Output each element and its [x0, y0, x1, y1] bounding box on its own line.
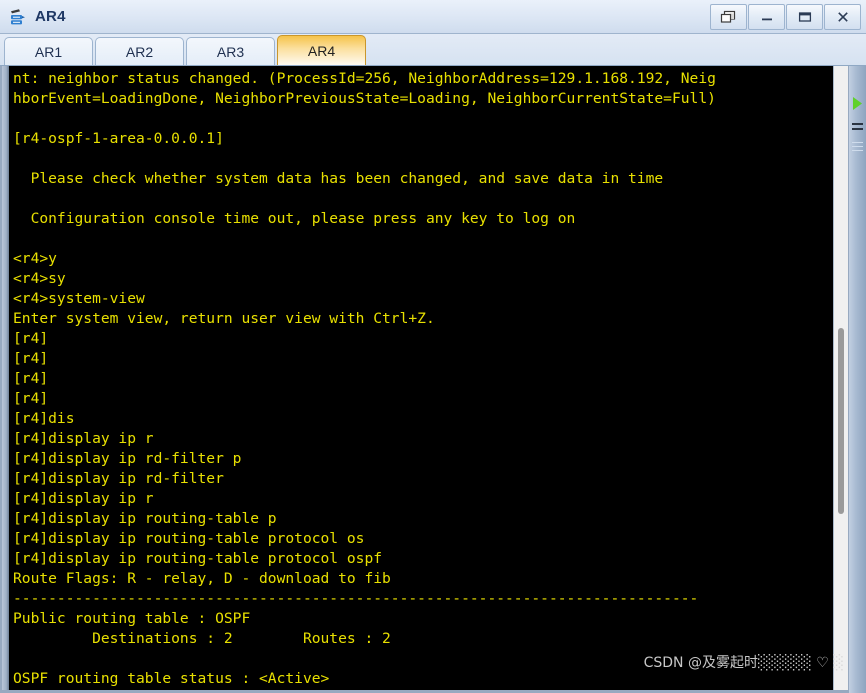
tab-ar1-label: AR1 [34, 43, 63, 60]
vertical-scrollbar[interactable] [833, 66, 848, 690]
strip-menu-marks [852, 123, 863, 133]
terminal-line: [r4] [13, 330, 49, 347]
terminal-line: <r4>sy [13, 270, 66, 287]
terminal-line: [r4]display ip rd-filter [13, 470, 224, 487]
minimize-button[interactable] [748, 3, 785, 30]
terminal-line: [r4]display ip r [13, 430, 154, 447]
window-title: AR4 [35, 8, 66, 25]
terminal-frame: nt: neighbor status changed. (ProcessId=… [2, 66, 848, 690]
right-side-strip [849, 66, 866, 693]
terminal-line: [r4] [13, 370, 49, 387]
terminal-left-rail [2, 66, 9, 690]
terminal-line: [r4]display ip r [13, 490, 154, 507]
terminal-line: Configuration console time out, please p… [13, 210, 576, 227]
terminal-line: [r4]dis [13, 410, 75, 427]
tab-ar3[interactable]: AR3 [186, 37, 275, 65]
maximize-button[interactable] [786, 3, 823, 30]
green-arrow-marker [853, 97, 862, 110]
tab-ar1[interactable]: AR1 [4, 37, 93, 65]
terminal-line: [r4]display ip rd-filter p [13, 450, 242, 467]
terminal-line: [r4] [13, 390, 49, 407]
terminal-line: [r4] [13, 350, 49, 367]
terminal-line: Destinations : 2 Routes : 2 [13, 630, 391, 647]
terminal-line: [r4-ospf-1-area-0.0.0.1] [13, 130, 224, 147]
terminal-line: Please check whether system data has bee… [13, 170, 664, 187]
terminal-line: Public routing table : OSPF [13, 610, 251, 627]
ar4-console-window: AR4 AR1 AR2 AR3 AR4 nt: neighbor status … [0, 0, 866, 693]
restore-button[interactable] [710, 3, 747, 30]
terminal-line: <r4>y [13, 250, 57, 267]
close-button[interactable] [824, 3, 861, 30]
strip-ghost-marks [852, 142, 863, 154]
terminal-area: nt: neighbor status changed. (ProcessId=… [0, 66, 866, 693]
device-tab-bar: AR1 AR2 AR3 AR4 [0, 34, 866, 66]
terminal-line: [r4]display ip routing-table protocol os [13, 530, 365, 547]
terminal-line: OSPF routing table status : <Active> [13, 670, 330, 687]
tab-ar4[interactable]: AR4 [277, 35, 366, 65]
terminal-line: ----------------------------------------… [13, 590, 699, 607]
scrollbar-thumb[interactable] [838, 328, 844, 514]
terminal-line: [r4]display ip routing-table p [13, 510, 277, 527]
window-controls [709, 3, 866, 30]
terminal-line: hborEvent=LoadingDone, NeighborPreviousS… [13, 90, 716, 107]
title-bar-left: AR4 [0, 7, 709, 27]
terminal-line: <r4>system-view [13, 290, 145, 307]
terminal-output: nt: neighbor status changed. (ProcessId=… [9, 66, 716, 689]
tab-ar4-label: AR4 [307, 42, 336, 59]
tab-ar3-label: AR3 [216, 43, 245, 60]
tab-ar2-label: AR2 [125, 43, 154, 60]
router-icon [8, 7, 28, 27]
terminal-line: [r4]display ip routing-table protocol os… [13, 550, 383, 567]
terminal-screen[interactable]: nt: neighbor status changed. (ProcessId=… [9, 66, 833, 690]
terminal-line: Route Flags: R - relay, D - download to … [13, 570, 391, 587]
watermark: CSDN @及雾起时░░░░░ ♡ ░ [643, 655, 844, 671]
terminal-line: nt: neighbor status changed. (ProcessId=… [13, 70, 716, 87]
title-bar: AR4 [0, 0, 866, 34]
tab-ar2[interactable]: AR2 [95, 37, 184, 65]
terminal-line: Enter system view, return user view with… [13, 310, 435, 327]
